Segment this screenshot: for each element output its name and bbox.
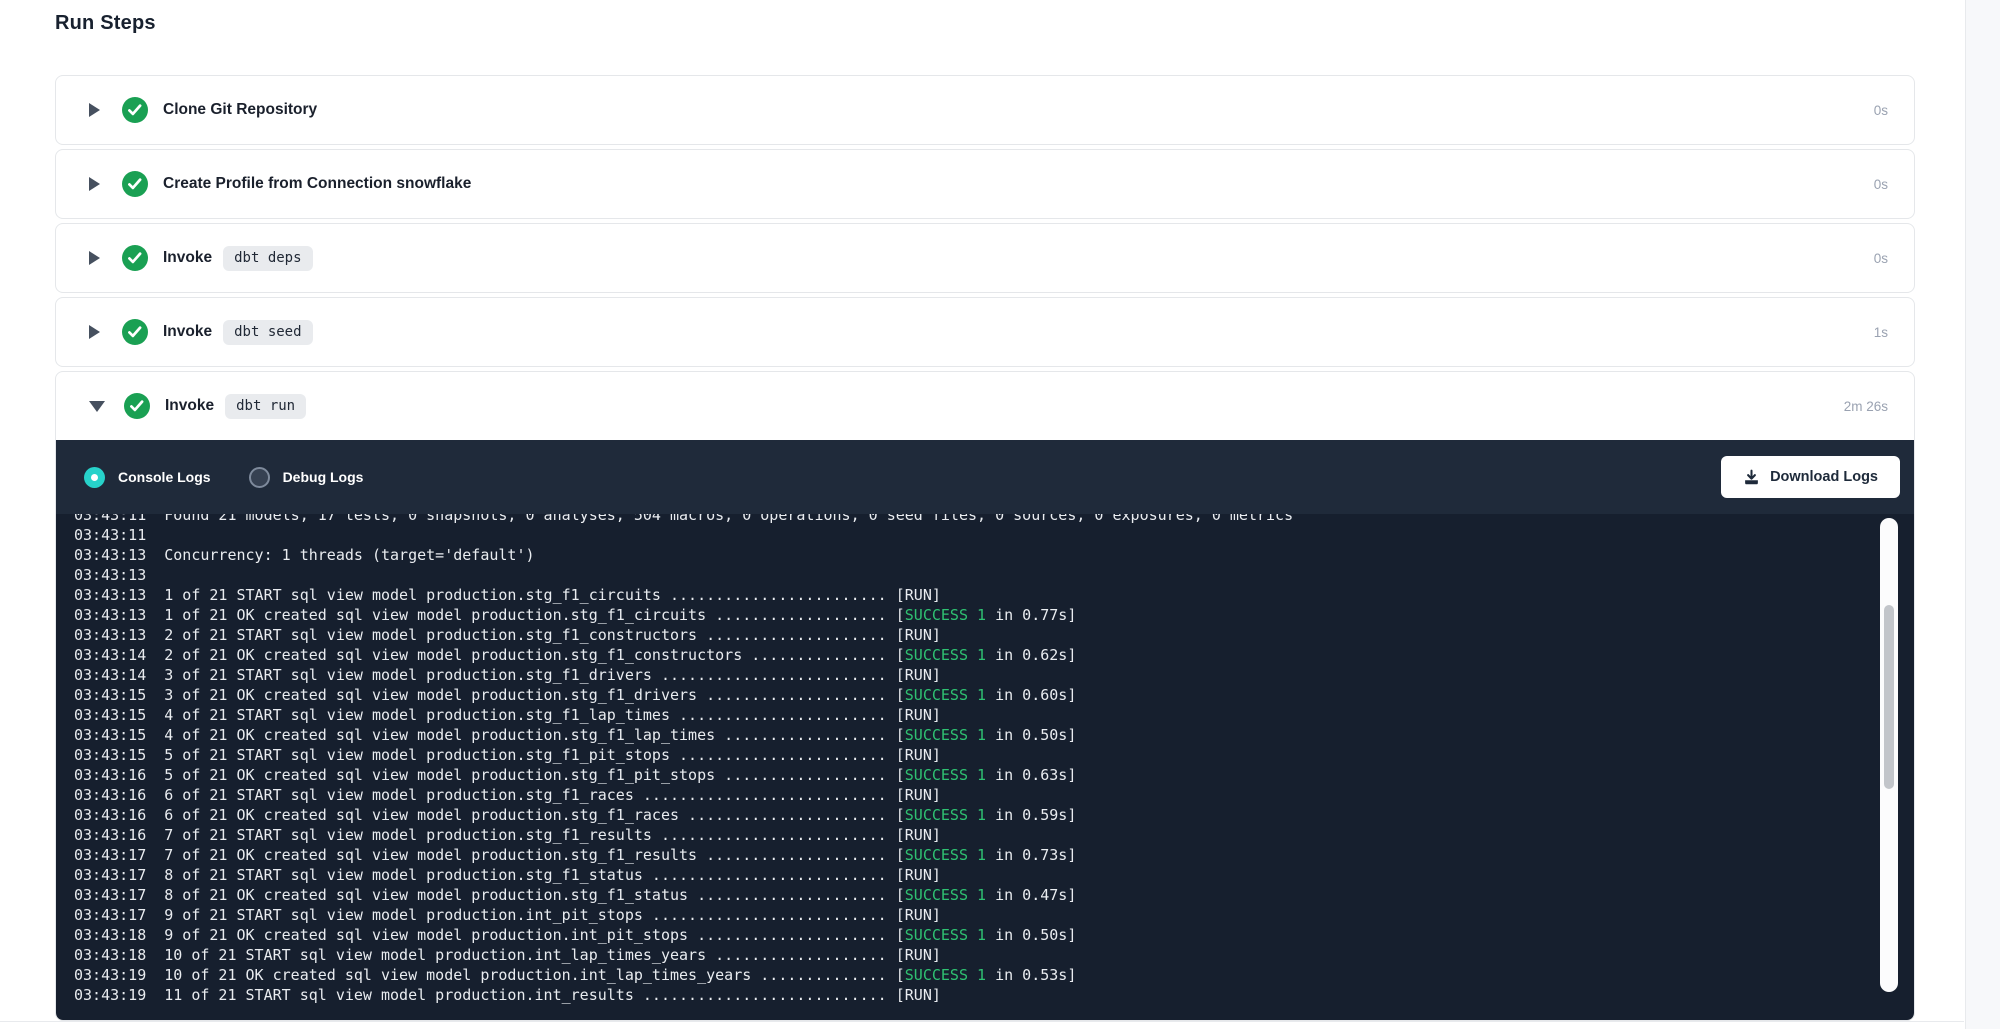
step-card-create-profile: Create Profile from Connection snowflake…	[55, 149, 1915, 219]
log-line: 03:43:177 of 21 OK created sql view mode…	[74, 845, 1914, 865]
step-card-clone-git-repository: Clone Git Repository 0s	[55, 75, 1915, 145]
download-icon	[1743, 469, 1760, 486]
radio-console-logs[interactable]: Console Logs	[84, 467, 211, 488]
step-header-create-profile[interactable]: Create Profile from Connection snowflake…	[56, 150, 1914, 218]
success-check-icon	[122, 171, 148, 197]
page-title: Run Steps	[55, 12, 156, 35]
command-badge: dbt run	[225, 394, 306, 419]
step-label: Clone Git Repository	[163, 101, 317, 119]
log-line: 03:43:11	[74, 525, 1914, 545]
step-header-clone-git-repository[interactable]: Clone Git Repository 0s	[56, 76, 1914, 144]
log-line: 03:43:131 of 21 START sql view model pro…	[74, 585, 1914, 605]
log-line: 03:43:153 of 21 OK created sql view mode…	[74, 685, 1914, 705]
step-header-invoke-dbt-seed[interactable]: Invoke dbt seed 1s	[56, 298, 1914, 366]
log-line: 03:43:142 of 21 OK created sql view mode…	[74, 645, 1914, 665]
step-header-invoke-dbt-run[interactable]: Invoke dbt run 2m 26s	[56, 372, 1914, 440]
scrollbar-thumb[interactable]	[1884, 605, 1894, 789]
log-line: 03:43:167 of 21 START sql view model pro…	[74, 825, 1914, 845]
chevron-right-icon[interactable]	[89, 251, 100, 265]
log-line: 03:43:1810 of 21 START sql view model pr…	[74, 945, 1914, 965]
scrollbar-track[interactable]	[1880, 518, 1898, 992]
log-line: 03:43:166 of 21 START sql view model pro…	[74, 785, 1914, 805]
success-check-icon	[122, 319, 148, 345]
download-logs-label: Download Logs	[1770, 469, 1878, 485]
log-line: 03:43:131 of 21 OK created sql view mode…	[74, 605, 1914, 625]
run-steps-list: Clone Git Repository 0s Create Profile f…	[55, 75, 1915, 1025]
step-duration: 2m 26s	[1844, 399, 1888, 414]
log-line: 03:43:178 of 21 OK created sql view mode…	[74, 885, 1914, 905]
step-header-invoke-dbt-deps[interactable]: Invoke dbt deps 0s	[56, 224, 1914, 292]
right-panel-strip	[1965, 0, 2000, 1029]
step-card-invoke-dbt-deps: Invoke dbt deps 0s	[55, 223, 1915, 293]
log-line: 03:43:13	[74, 565, 1914, 585]
radio-selected-icon[interactable]	[84, 467, 105, 488]
step-label: Invoke	[163, 249, 212, 267]
chevron-right-icon[interactable]	[89, 325, 100, 339]
success-check-icon	[124, 393, 150, 419]
console-log-viewport[interactable]: 03:43:11Found 21 models, 17 tests, 0 sna…	[56, 514, 1914, 1020]
step-duration: 0s	[1874, 103, 1888, 118]
chevron-down-icon[interactable]	[89, 401, 105, 412]
console-log-lines: 03:43:11Found 21 models, 17 tests, 0 sna…	[74, 514, 1914, 1005]
run-steps-page: Run Steps Clone Git Repository 0s Create…	[0, 0, 2000, 1029]
log-line: 03:43:143 of 21 START sql view model pro…	[74, 665, 1914, 685]
radio-unselected-icon[interactable]	[249, 467, 270, 488]
log-line: 03:43:189 of 21 OK created sql view mode…	[74, 925, 1914, 945]
command-badge: dbt seed	[223, 320, 312, 345]
step-label: Invoke	[163, 323, 212, 341]
success-check-icon	[122, 245, 148, 271]
step-label: Invoke	[165, 397, 214, 415]
step-card-invoke-dbt-run: Invoke dbt run 2m 26s Console Logs Debug…	[55, 371, 1915, 1021]
step-duration: 0s	[1874, 177, 1888, 192]
download-logs-button[interactable]: Download Logs	[1721, 456, 1900, 498]
chevron-right-icon[interactable]	[89, 177, 100, 191]
success-check-icon	[122, 97, 148, 123]
step-label: Create Profile from Connection snowflake	[163, 175, 471, 193]
log-line: 03:43:132 of 21 START sql view model pro…	[74, 625, 1914, 645]
log-line: 03:43:166 of 21 OK created sql view mode…	[74, 805, 1914, 825]
log-line: 03:43:179 of 21 START sql view model pro…	[74, 905, 1914, 925]
step-card-invoke-dbt-seed: Invoke dbt seed 1s	[55, 297, 1915, 367]
console-toolbar: Console Logs Debug Logs Download Logs	[56, 440, 1914, 514]
radio-debug-logs[interactable]: Debug Logs	[249, 467, 364, 488]
console-panel: Console Logs Debug Logs Download Logs	[56, 440, 1914, 1020]
step-duration: 0s	[1874, 251, 1888, 266]
log-line: 03:43:1910 of 21 OK created sql view mod…	[74, 965, 1914, 985]
log-line: 03:43:178 of 21 START sql view model pro…	[74, 865, 1914, 885]
log-line: 03:43:13Concurrency: 1 threads (target='…	[74, 545, 1914, 565]
log-line: 03:43:11Found 21 models, 17 tests, 0 sna…	[74, 514, 1914, 525]
chevron-right-icon[interactable]	[89, 103, 100, 117]
radio-console-logs-label: Console Logs	[118, 469, 211, 485]
log-line: 03:43:165 of 21 OK created sql view mode…	[74, 765, 1914, 785]
command-badge: dbt deps	[223, 246, 312, 271]
radio-debug-logs-label: Debug Logs	[283, 469, 364, 485]
log-line: 03:43:154 of 21 START sql view model pro…	[74, 705, 1914, 725]
log-line: 03:43:154 of 21 OK created sql view mode…	[74, 725, 1914, 745]
step-duration: 1s	[1874, 325, 1888, 340]
log-line: 03:43:155 of 21 START sql view model pro…	[74, 745, 1914, 765]
log-line: 03:43:1911 of 21 START sql view model pr…	[74, 985, 1914, 1005]
